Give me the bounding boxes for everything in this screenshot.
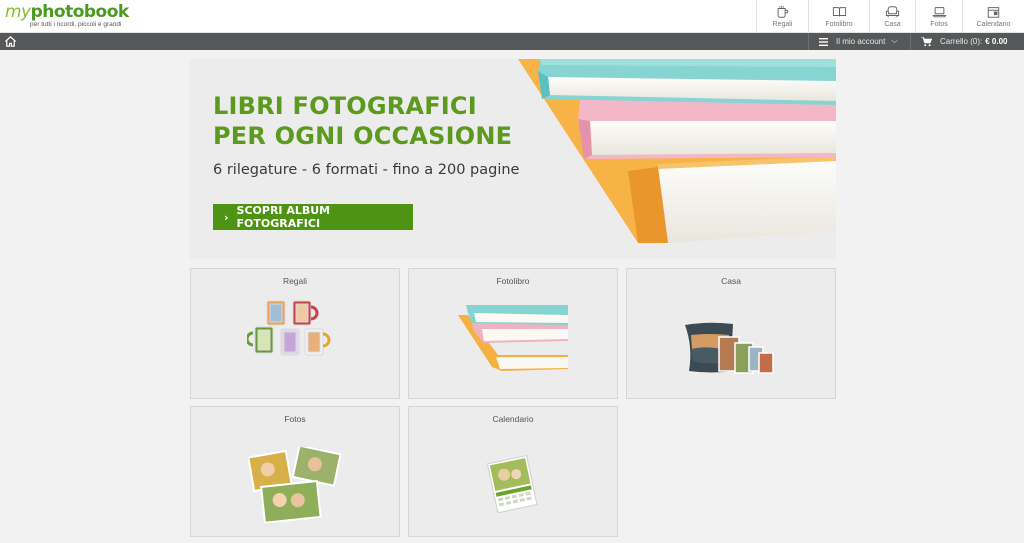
topnav-calendario[interactable]: Calendario	[962, 0, 1024, 33]
chevron-down-icon	[891, 39, 899, 44]
hero-banner[interactable]: LIBRI FOTOGRAFICI PER OGNI OCCASIONE 6 r…	[190, 59, 836, 259]
wall-calendar-image	[486, 454, 538, 513]
cta-label: SCOPRI ALBUM FOTOGRAFICI	[236, 204, 331, 230]
top-category-nav: Regali Fotolibro Casa Fotos Calendario	[756, 0, 1024, 33]
category-tile-casa[interactable]: Casa	[626, 268, 836, 399]
cart-label: Carrello (0):	[940, 37, 983, 46]
armchair-icon	[885, 6, 900, 18]
hero-title: LIBRI FOTOGRAFICI PER OGNI OCCASIONE	[213, 92, 513, 150]
logo-tagline: per tutti i ricordi, piccoli e grandi	[30, 21, 122, 28]
mugs-image	[247, 300, 331, 356]
category-title: Fotos	[284, 414, 306, 424]
photobooks-image	[458, 305, 568, 371]
category-tile-regali[interactable]: Regali	[190, 268, 400, 399]
top-header: myphotobook per tutti i ricordi, piccoli…	[0, 0, 1024, 33]
topnav-label: Fotolibro	[825, 21, 853, 28]
account-bar: Il mio account Carrello (0): € 0.00	[0, 33, 1024, 50]
cart-total: € 0.00	[985, 37, 1008, 46]
my-account-menu[interactable]: Il mio account	[808, 33, 910, 50]
topnav-fotos[interactable]: Fotos	[915, 0, 962, 33]
mug-icon	[777, 5, 789, 18]
cart-icon	[921, 36, 932, 46]
account-label: Il mio account	[836, 37, 886, 46]
calendar-icon	[987, 7, 1000, 18]
category-tile-calendario[interactable]: Calendario	[408, 406, 618, 537]
category-tile-fotolibro[interactable]: Fotolibro	[408, 268, 618, 399]
laptop-icon	[931, 7, 947, 18]
discover-albums-button[interactable]: › SCOPRI ALBUM FOTOGRAFICI	[213, 204, 413, 230]
topnav-label: Calendario	[976, 21, 1011, 28]
home-icon[interactable]	[4, 35, 17, 48]
topnav-label: Casa	[884, 21, 901, 28]
chevron-right-icon: ›	[224, 210, 229, 224]
pillow-and-canvases-image	[685, 322, 774, 374]
logo-photobook: photobook	[30, 2, 130, 22]
topnav-label: Fotos	[930, 21, 948, 28]
myphotobook-logo[interactable]: myphotobook per tutti i ricordi, piccoli…	[5, 2, 129, 28]
book-icon	[832, 7, 846, 17]
topnav-regali[interactable]: Regali	[756, 0, 808, 33]
hamburger-icon	[819, 37, 828, 46]
category-title: Regali	[282, 276, 308, 286]
category-title: Calendario	[492, 414, 534, 424]
cart-button[interactable]: Carrello (0): € 0.00	[910, 33, 1024, 50]
topnav-fotolibro[interactable]: Fotolibro	[808, 0, 869, 33]
logo-my: my	[5, 2, 31, 22]
category-title: Casa	[721, 276, 741, 286]
hero-subtitle: 6 rilegature - 6 formati - fino a 200 pa…	[213, 162, 520, 178]
photobooks-stack-image	[518, 59, 836, 243]
category-tile-fotos[interactable]: Fotos	[190, 406, 400, 537]
category-title: Fotolibro	[496, 276, 530, 286]
logo-wordmark: myphotobook	[5, 2, 129, 22]
topnav-label: Regali	[772, 21, 793, 28]
topnav-casa[interactable]: Casa	[869, 0, 915, 33]
photo-prints-image	[248, 447, 342, 523]
